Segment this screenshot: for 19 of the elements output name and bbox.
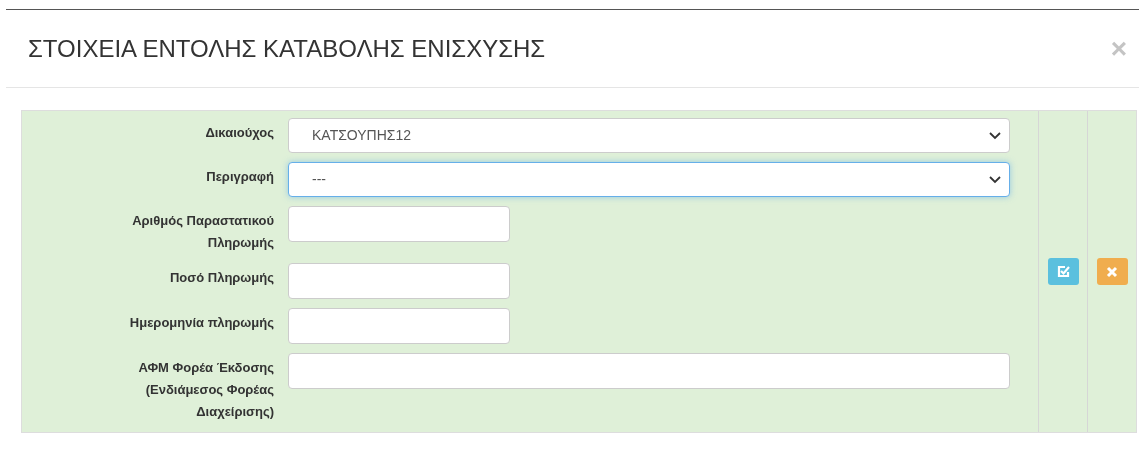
input-field[interactable] (288, 308, 510, 344)
close-icon (1106, 265, 1118, 278)
field-label: Περιγραφή (205, 168, 274, 186)
input-field[interactable] (288, 206, 510, 242)
input-field[interactable] (288, 263, 510, 299)
field-label: Δικαιούχος (204, 124, 274, 142)
dialog-title: ΣΤΟΙΧΕΙΑ ΕΝΤΟΛΗΣ ΚΑΤΑΒΟΛΗΣ ΕΝΙΣΧΥΣΗΣ (28, 33, 546, 64)
field-label: ΑΦΜ Φορέα Έκδοσης (Ενδιάμεσος Φορέας Διαχείρισης) (137, 359, 274, 421)
cancel-button[interactable] (1096, 258, 1128, 285)
field-label: Ημερομηνία πληρωμής (128, 314, 274, 332)
input-field[interactable] (288, 353, 1010, 389)
field-label: Αριθμός Παραστατικού Πληρωμής (131, 212, 274, 252)
dropdown-field[interactable]: --- (288, 162, 1010, 197)
checkbox-check-icon (1055, 264, 1071, 279)
chevron-down-icon (989, 175, 1001, 184)
dropdown-field[interactable]: ΚΑΤΣΟΥΠΗΣ12 (288, 118, 1010, 153)
field-label: Ποσό Πληρωμής (169, 269, 274, 287)
chevron-down-icon (989, 131, 1001, 140)
save-button[interactable] (1047, 258, 1079, 285)
